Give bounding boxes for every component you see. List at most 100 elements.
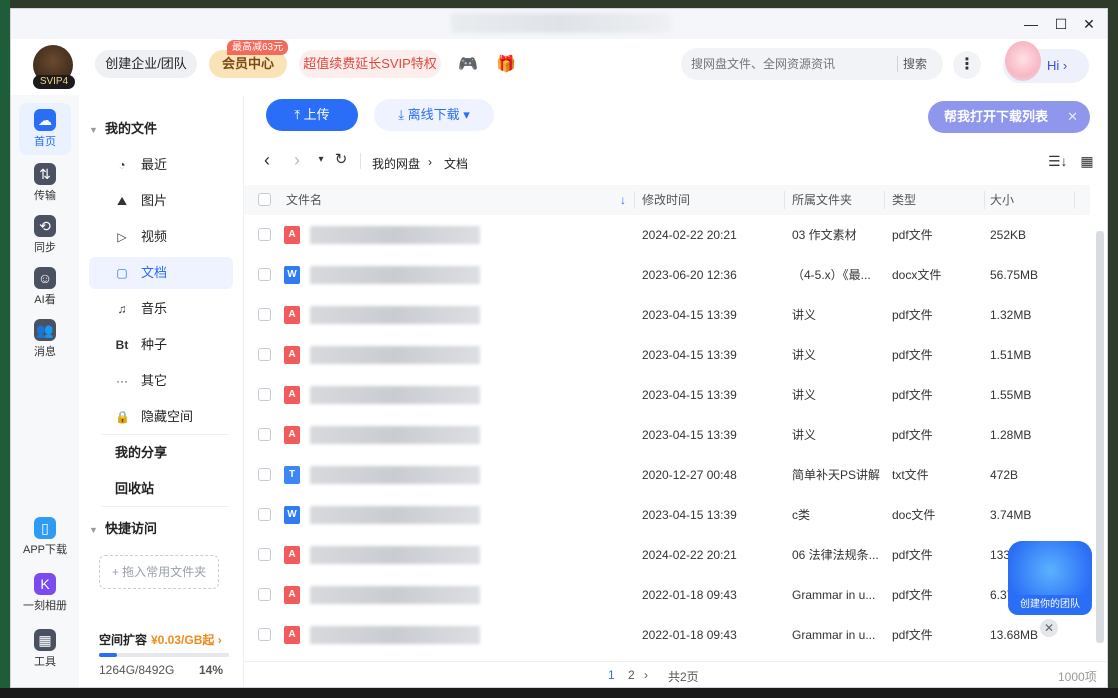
cell-folder[interactable]: （4-5.x）《最... bbox=[792, 255, 884, 295]
file-name-redacted[interactable] bbox=[310, 266, 480, 284]
file-name-redacted[interactable] bbox=[310, 306, 480, 324]
offline-download-button[interactable]: ⤓ 离线下载 ▾ bbox=[374, 99, 494, 131]
nav-my-share[interactable]: 我的分享 bbox=[115, 437, 167, 469]
breadcrumb-root[interactable]: 我的网盘 bbox=[372, 155, 420, 172]
cell-folder[interactable]: 讲义 bbox=[792, 295, 884, 335]
table-row[interactable]: A 2023-04-15 13:39 讲义 pdf文件 1.28MB bbox=[244, 415, 1090, 455]
next-page-icon[interactable]: › bbox=[644, 668, 648, 682]
table-row[interactable]: T 2020-12-27 00:48 简单补天PS讲解 txt文件 472B bbox=[244, 455, 1090, 495]
row-checkbox[interactable] bbox=[258, 548, 271, 561]
cell-folder[interactable]: Grammar in u... bbox=[792, 615, 884, 655]
rail-item-photo-album[interactable]: K 一刻相册 bbox=[19, 567, 71, 619]
row-checkbox[interactable] bbox=[258, 268, 271, 281]
column-time[interactable]: 修改时间 bbox=[642, 185, 690, 215]
nav-item-documents[interactable]: ▢ 文档 bbox=[89, 257, 233, 289]
table-row[interactable]: A 2023-04-15 13:39 讲义 pdf文件 1.51MB bbox=[244, 335, 1090, 375]
rail-item-sync[interactable]: ⟲ 同步 bbox=[19, 209, 71, 261]
minimize-button[interactable]: — bbox=[1019, 13, 1043, 35]
column-name[interactable]: 文件名 bbox=[286, 185, 322, 215]
svip-renew-button[interactable]: 超值续费延长SVIP特权 bbox=[299, 50, 441, 78]
sort-icon[interactable]: ☰↓ bbox=[1048, 153, 1068, 171]
row-checkbox[interactable] bbox=[258, 588, 271, 601]
rail-item-ai[interactable]: ☺ AI看 bbox=[19, 261, 71, 313]
scrollbar-thumb[interactable] bbox=[1096, 231, 1104, 643]
file-name-redacted[interactable] bbox=[310, 346, 480, 364]
game-icon[interactable]: 🎮 bbox=[457, 53, 479, 75]
table-row[interactable]: A2022-01-18 09:43Grammar in u...pdf文件6.3… bbox=[244, 575, 1090, 615]
row-checkbox[interactable] bbox=[258, 348, 271, 361]
page-2-link[interactable]: 2 bbox=[628, 668, 635, 682]
file-name-redacted[interactable] bbox=[310, 626, 480, 644]
search-button[interactable]: 搜索 bbox=[903, 55, 927, 72]
column-size[interactable]: 大小 bbox=[990, 185, 1014, 215]
row-checkbox[interactable] bbox=[258, 308, 271, 321]
file-name-redacted[interactable] bbox=[310, 586, 480, 604]
more-icon[interactable]: ⋮ bbox=[953, 51, 981, 79]
row-checkbox[interactable] bbox=[258, 228, 271, 241]
rail-item-transfer[interactable]: ⇅ 传输 bbox=[19, 157, 71, 209]
nav-item-torrents[interactable]: Bt 种子 bbox=[89, 329, 233, 361]
table-row[interactable]: A 2023-04-15 13:39 讲义 pdf文件 1.55MB bbox=[244, 375, 1090, 415]
cell-folder[interactable]: 03 作文素材 bbox=[792, 215, 884, 255]
nav-item-hidden-space[interactable]: 🔒 隐藏空间 bbox=[89, 401, 233, 433]
file-name-redacted[interactable] bbox=[310, 506, 480, 524]
rail-item-message[interactable]: 👥 消息 bbox=[19, 313, 71, 365]
cell-folder[interactable]: 讲义 bbox=[792, 335, 884, 375]
close-button[interactable]: ✕ bbox=[1077, 13, 1101, 35]
quota-title[interactable]: 空间扩容 bbox=[99, 631, 147, 648]
refresh-icon[interactable]: ↻ bbox=[332, 151, 350, 171]
assistant-button[interactable]: Hi › bbox=[1003, 41, 1089, 83]
history-dropdown-icon[interactable]: ▾ bbox=[312, 151, 330, 171]
table-row[interactable]: A 2023-04-15 13:39 讲义 pdf文件 1.32MB bbox=[244, 295, 1090, 335]
row-checkbox[interactable] bbox=[258, 428, 271, 441]
my-files-header[interactable]: ▼ 我的文件 bbox=[89, 113, 157, 145]
file-name-redacted[interactable] bbox=[310, 546, 480, 564]
nav-item-pictures[interactable]: ⛰ 图片 bbox=[89, 185, 233, 217]
cell-folder[interactable]: 简单补天PS讲解 bbox=[792, 455, 884, 495]
cell-folder[interactable]: 讲义 bbox=[792, 375, 884, 415]
team-widget-close-icon[interactable]: ✕ bbox=[1040, 619, 1058, 637]
forward-button[interactable]: › bbox=[288, 151, 306, 171]
nav-item-other[interactable]: ··· 其它 bbox=[89, 365, 233, 397]
quota-price-link[interactable]: ¥0.03/GB起 › bbox=[151, 631, 222, 648]
file-name-redacted[interactable] bbox=[310, 226, 480, 244]
page-1-link[interactable]: 1 bbox=[608, 668, 615, 682]
upload-button[interactable]: ⤒ 上传 bbox=[266, 99, 358, 131]
nav-item-videos[interactable]: ▷ 视频 bbox=[89, 221, 233, 253]
row-checkbox[interactable] bbox=[258, 508, 271, 521]
table-row[interactable]: W 2023-06-20 12:36 （4-5.x）《最... docx文件 56.75… bbox=[244, 255, 1090, 295]
gift-icon[interactable]: 🎁 bbox=[495, 53, 517, 75]
select-all-checkbox[interactable] bbox=[258, 193, 271, 206]
rail-item-home[interactable]: ☁ 首页 bbox=[19, 103, 71, 155]
open-download-list-button[interactable]: 帮我打开下载列表 ✕ bbox=[928, 101, 1090, 133]
team-widget-label[interactable]: 创建你的团队 bbox=[1008, 595, 1092, 615]
create-enterprise-button[interactable]: 创建企业/团队 bbox=[95, 50, 197, 78]
back-button[interactable]: ‹ bbox=[258, 151, 276, 171]
row-checkbox[interactable] bbox=[258, 468, 271, 481]
cell-folder[interactable]: 讲义 bbox=[792, 415, 884, 455]
drop-folder-zone[interactable]: + 拖入常用文件夹 bbox=[99, 555, 219, 589]
column-type[interactable]: 类型 bbox=[892, 185, 916, 215]
file-name-redacted[interactable] bbox=[310, 426, 480, 444]
cell-folder[interactable]: 06 法律法规条... bbox=[792, 535, 884, 575]
close-icon[interactable]: ✕ bbox=[1067, 101, 1078, 133]
file-name-redacted[interactable] bbox=[310, 466, 480, 484]
nav-recycle-bin[interactable]: 回收站 bbox=[115, 473, 154, 505]
file-name-redacted[interactable] bbox=[310, 386, 480, 404]
column-folder[interactable]: 所属文件夹 bbox=[792, 185, 852, 215]
row-checkbox[interactable] bbox=[258, 628, 271, 641]
table-row[interactable]: W 2023-04-15 13:39 c类 doc文件 3.74MB bbox=[244, 495, 1090, 535]
rail-item-tools[interactable]: ▦ 工具 bbox=[19, 623, 71, 675]
table-row[interactable]: A 2022-01-18 09:43 Grammar in u... pdf文件 13.… bbox=[244, 615, 1090, 655]
cell-folder[interactable]: Grammar in u... bbox=[792, 575, 884, 615]
nav-item-music[interactable]: ♫ 音乐 bbox=[89, 293, 233, 325]
sort-arrow-icon[interactable]: ↓ bbox=[620, 185, 626, 215]
rail-item-app-download[interactable]: ▯ APP下载 bbox=[19, 511, 71, 563]
cell-folder[interactable]: c类 bbox=[792, 495, 884, 535]
search-input[interactable] bbox=[691, 54, 891, 74]
grid-view-icon[interactable]: ▦ bbox=[1078, 153, 1096, 171]
maximize-button[interactable]: ☐ bbox=[1049, 13, 1073, 35]
table-row[interactable]: A 2024-02-22 20:21 03 作文素材 pdf文件 252KB bbox=[244, 215, 1090, 255]
quick-access-header[interactable]: ▼ 快捷访问 bbox=[89, 513, 157, 545]
table-row[interactable]: A2024-02-22 20:2106 法律法规条...pdf文件133KB bbox=[244, 535, 1090, 575]
